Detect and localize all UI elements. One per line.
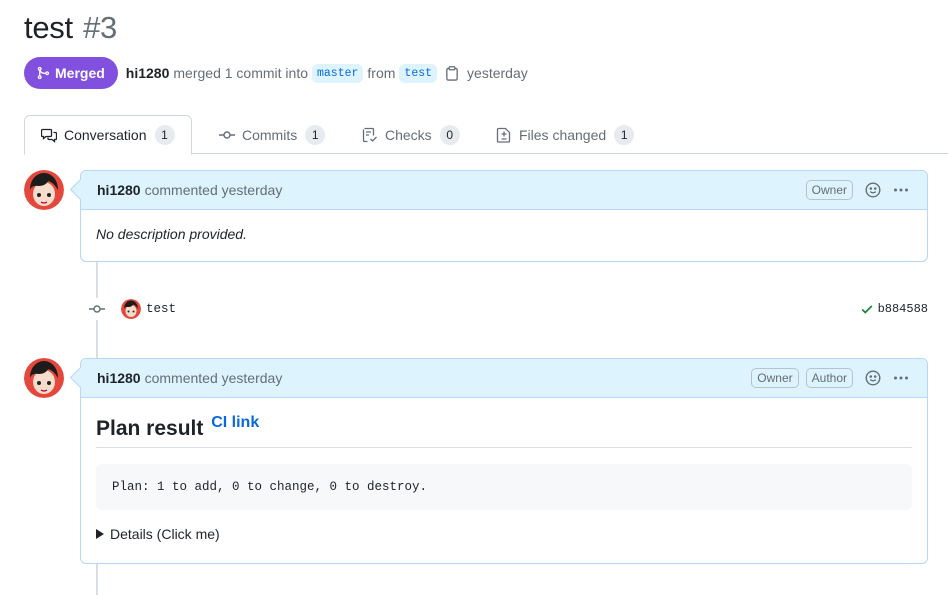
tab-counter: 1	[305, 124, 326, 145]
comment-action: commented yesterday	[144, 370, 283, 386]
pr-number: #3	[83, 10, 117, 45]
comment-author[interactable]: hi1280	[97, 182, 141, 198]
comment-header: hi1280 commented yesterday Owner	[81, 171, 927, 210]
comment-action: commented yesterday	[144, 182, 283, 198]
merge-time: yesterday	[467, 65, 528, 81]
comment-header: hi1280 commented yesterday Owner Author	[81, 359, 927, 398]
pr-tabs: Conversation 1 Commits 1 Checks 0 Files …	[24, 115, 948, 155]
heading-text: Plan result	[96, 417, 204, 440]
merge-text: merged 1 commit into	[173, 65, 308, 81]
tab-label: Checks	[385, 126, 432, 143]
avatar[interactable]	[24, 170, 64, 210]
commit-sha[interactable]: b884588	[878, 302, 928, 316]
kebab-menu-icon[interactable]	[887, 176, 915, 204]
commit-row: test b884588	[86, 298, 928, 320]
from-text: from	[367, 65, 396, 81]
author-label: Author	[805, 368, 853, 388]
tab-counter: 1	[154, 125, 175, 145]
comment-author[interactable]: hi1280	[97, 370, 141, 386]
comment-discussion-icon	[41, 128, 57, 143]
comment-body: No description provided.	[81, 210, 927, 258]
tab-conversation[interactable]: Conversation 1	[24, 115, 192, 155]
smiley-icon[interactable]	[859, 176, 887, 204]
file-diff-icon	[496, 127, 511, 143]
check-icon[interactable]	[860, 302, 874, 316]
smiley-icon[interactable]	[859, 364, 887, 392]
comment-card: hi1280 commented yesterday Owner Author …	[80, 358, 928, 564]
owner-label: Owner	[751, 368, 799, 388]
plan-result-heading: Plan result CI link	[96, 414, 912, 448]
comment-body: Plan result CI link Plan: 1 to add, 0 to…	[81, 398, 927, 558]
tab-commits[interactable]: Commits 1	[203, 115, 341, 154]
git-commit-icon	[86, 298, 108, 320]
state-label: Merged	[55, 65, 105, 81]
commit-author-avatar[interactable]	[121, 299, 141, 319]
author-link[interactable]: hi1280	[126, 65, 170, 81]
no-description-text: No description provided.	[96, 226, 247, 242]
tab-label: Commits	[242, 126, 298, 143]
head-branch[interactable]: test	[399, 63, 438, 83]
disclosure-triangle-icon	[96, 529, 104, 539]
tab-counter: 0	[439, 124, 460, 145]
pr-meta: Merged hi1280 merged 1 commit into maste…	[24, 57, 528, 89]
tab-checks[interactable]: Checks 0	[346, 115, 476, 154]
git-commit-icon	[219, 130, 235, 139]
pr-title-text: test	[24, 10, 73, 45]
kebab-menu-icon[interactable]	[887, 364, 915, 392]
commit-message[interactable]: test	[146, 302, 176, 316]
tab-counter: 1	[614, 124, 635, 145]
ci-link[interactable]: CI link	[211, 414, 259, 431]
details-toggle[interactable]: Details (Click me)	[96, 526, 912, 542]
code-block: Plan: 1 to add, 0 to change, 0 to destro…	[96, 464, 912, 510]
comment-card: hi1280 commented yesterday Owner No desc…	[80, 170, 928, 262]
details-summary: Details (Click me)	[110, 526, 220, 542]
owner-label: Owner	[805, 180, 853, 200]
tab-files-changed[interactable]: Files changed 1	[480, 115, 650, 154]
tab-label: Files changed	[519, 126, 607, 143]
merged-state-badge: Merged	[24, 57, 118, 89]
tab-label: Conversation	[64, 127, 147, 143]
git-merge-icon	[37, 66, 50, 80]
checklist-icon	[362, 127, 377, 142]
pr-title: test #3	[24, 10, 117, 46]
base-branch[interactable]: master	[312, 63, 364, 83]
copy-icon[interactable]	[445, 65, 459, 81]
avatar[interactable]	[24, 358, 64, 398]
